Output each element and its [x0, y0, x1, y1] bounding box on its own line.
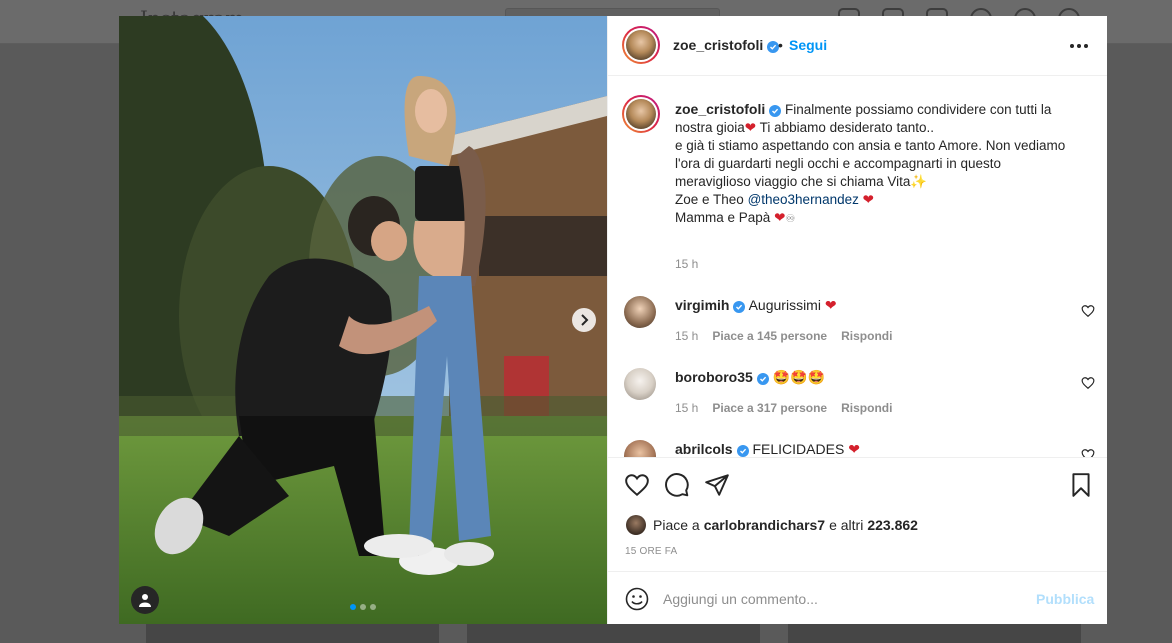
caption-line: meraviglioso viaggio che si chiama Vita	[675, 174, 911, 189]
comment-meta: 15 h Piace a 145 persone Rispondi	[675, 329, 892, 343]
publish-button[interactable]: Pubblica	[1036, 591, 1094, 607]
post-header: zoe_cristofoli • Segui	[608, 16, 1107, 76]
carousel-indicator	[350, 604, 376, 610]
comment-icon[interactable]	[664, 472, 690, 498]
heart-emoji: ❤	[862, 192, 874, 207]
reply-button[interactable]: Rispondi	[841, 401, 892, 415]
post-photo-illustration	[119, 16, 607, 624]
likes-count[interactable]: 223.862	[867, 517, 918, 533]
verified-icon	[733, 301, 746, 313]
verified-icon	[756, 373, 769, 385]
verified-icon	[769, 105, 782, 117]
comment-username[interactable]: virgimih	[675, 297, 729, 313]
heart-emoji: ❤	[744, 120, 757, 135]
author-avatar[interactable]	[622, 26, 660, 64]
caption-line: Mamma e Papà	[675, 210, 771, 225]
follow-button[interactable]: Segui	[789, 37, 827, 53]
header-separator: •	[778, 37, 783, 53]
more-icon-dot	[1084, 44, 1088, 48]
smile-icon[interactable]	[625, 587, 649, 611]
carousel-dot	[370, 604, 376, 610]
caption-username[interactable]: zoe_cristofoli	[675, 101, 765, 117]
comment-text: Augurissimi	[748, 297, 821, 313]
add-comment-bar: Pubblica	[608, 571, 1107, 624]
next-slide-button[interactable]	[572, 308, 596, 332]
comment-meta: 15 h Piace a 317 persone Rispondi	[675, 401, 892, 415]
user-tag-icon	[139, 594, 151, 607]
comment-likes[interactable]: Piace a 317 persone	[712, 401, 827, 415]
post-actions: Piace a carlobrandichars7 e altri 223.86…	[608, 457, 1107, 571]
infinity-emoji: ♾	[785, 213, 796, 225]
comment: virgimih Augurissimi ❤	[675, 297, 837, 314]
carousel-dot-active	[350, 604, 356, 610]
author-username[interactable]: zoe_cristofoli	[673, 37, 763, 53]
caption-line: Ti abbiamo desiderato tanto..	[756, 120, 934, 135]
comment-likes[interactable]: Piace a 145 persone	[712, 329, 827, 343]
heart-icon[interactable]	[624, 472, 650, 498]
post-timestamp[interactable]: 15 ORE FA	[625, 546, 677, 557]
share-icon[interactable]	[704, 472, 730, 498]
user-tag-button[interactable]	[131, 586, 159, 614]
caption-line: e già ti stiamo aspettando con ansia e t…	[675, 138, 1066, 153]
reply-button[interactable]: Rispondi	[841, 329, 892, 343]
post-side-panel: zoe_cristofoli • Segui zoe_cristofoli Fi…	[607, 16, 1107, 624]
more-icon	[1070, 44, 1074, 48]
likes-prefix: Piace a	[653, 517, 700, 533]
likes-summary: Piace a carlobrandichars7 e altri 223.86…	[626, 515, 922, 535]
chevron-right-icon	[581, 314, 589, 326]
comments-list[interactable]: zoe_cristofoli Finalmente possiamo condi…	[608, 77, 1107, 457]
comment-time[interactable]: 15 h	[675, 329, 698, 343]
caption-time[interactable]: 15 h	[675, 257, 698, 271]
background-tile	[146, 624, 439, 643]
commenter-avatar[interactable]	[624, 440, 656, 457]
comment-time[interactable]: 15 h	[675, 401, 698, 415]
more-icon-dot	[1077, 44, 1081, 48]
heart-icon[interactable]	[1081, 376, 1095, 390]
comment: boroboro35 🤩🤩🤩	[675, 369, 825, 386]
more-options-button[interactable]	[1070, 38, 1090, 54]
post-caption: zoe_cristofoli Finalmente possiamo condi…	[675, 100, 1085, 228]
comment: abrilcols FELICIDADES ❤	[675, 441, 860, 457]
commenter-avatar[interactable]	[624, 296, 656, 328]
liker-username[interactable]: carlobrandichars7	[704, 517, 825, 533]
heart-emoji: ❤	[774, 210, 786, 225]
comment-text: FELICIDADES	[752, 441, 845, 457]
caption-line: nostra gioia	[675, 120, 745, 135]
post-photo[interactable]	[119, 16, 607, 624]
caption-author-avatar[interactable]	[622, 95, 660, 133]
bookmark-icon[interactable]	[1068, 472, 1094, 498]
verified-icon	[736, 445, 749, 457]
caption-line: Finalmente possiamo condividere con tutt…	[785, 102, 1052, 117]
mention-link[interactable]: @theo3hernandez	[748, 192, 859, 207]
carousel-dot	[360, 604, 366, 610]
heart-icon[interactable]	[1081, 448, 1095, 457]
comment-username[interactable]: boroboro35	[675, 369, 753, 385]
commenter-avatar[interactable]	[624, 368, 656, 400]
likes-middle: e altri	[829, 517, 864, 533]
caption-line: l'ora di guardarti negli occhi e accompa…	[675, 156, 1002, 171]
comment-input[interactable]	[663, 586, 1023, 612]
heart-emoji: ❤	[824, 297, 837, 313]
background-tile	[467, 624, 760, 643]
liker-avatar[interactable]	[626, 515, 646, 535]
sparkle-emoji: ✨	[910, 174, 928, 189]
comment-username[interactable]: abrilcols	[675, 441, 733, 457]
caption-line: Zoe e Theo	[675, 192, 748, 207]
background-tile	[788, 624, 1081, 643]
heart-emoji: ❤	[848, 441, 860, 457]
heart-icon[interactable]	[1081, 304, 1095, 318]
star-eyes-emoji: 🤩🤩🤩	[772, 369, 825, 385]
